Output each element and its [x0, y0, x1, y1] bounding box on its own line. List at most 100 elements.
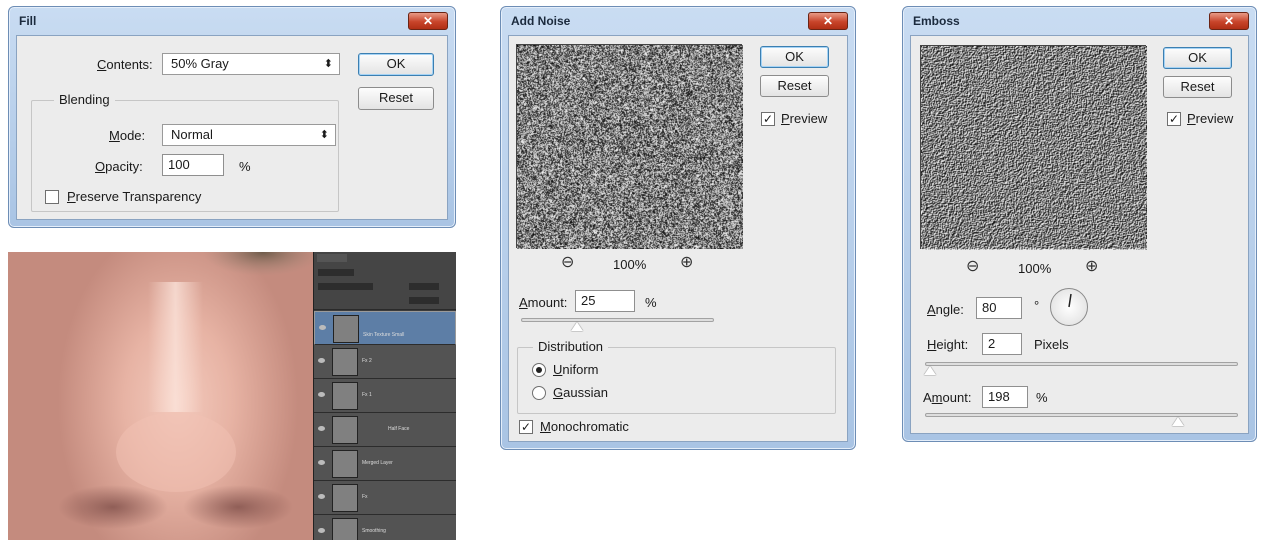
fill-body: Contents: 50% Gray ⬍ OK Reset Blending M…	[16, 35, 448, 220]
layers-tab[interactable]	[317, 254, 347, 262]
opacity-unit: %	[239, 159, 251, 174]
emboss-ok-button[interactable]: OK	[1163, 47, 1232, 69]
zoom-in-icon[interactable]: ⊕	[680, 252, 693, 272]
layer-name: Merged Layer	[362, 460, 393, 466]
add-noise-dialog: Add Noise ✕ OK Reset ✓ Preview ⊖ 100% ⊕ …	[500, 6, 856, 450]
angle-unit: °	[1034, 298, 1040, 313]
opacity-field[interactable]	[409, 283, 439, 290]
visibility-eye-icon[interactable]	[318, 494, 325, 499]
emboss-close-button[interactable]: ✕	[1209, 12, 1249, 30]
contents-label: Contents:	[97, 57, 153, 72]
fill-reset-button[interactable]: Reset	[358, 87, 434, 110]
visibility-eye-icon[interactable]	[318, 392, 325, 397]
height-label: Height:	[927, 337, 969, 352]
add-noise-preview-label: Preview	[781, 111, 828, 126]
blend-mode-select[interactable]	[318, 283, 373, 290]
layers-panel-header	[314, 252, 456, 310]
layer-row[interactable]: Merged Layer	[314, 447, 456, 481]
mode-label: Mode:	[109, 128, 146, 143]
layer-thumbnail	[332, 450, 358, 478]
zoom-out-icon[interactable]: ⊖	[561, 252, 574, 272]
opacity-label: Opacity:	[95, 159, 143, 174]
angle-label: Angle:	[927, 302, 964, 317]
preserve-transparency-checkbox[interactable]	[45, 190, 59, 204]
monochromatic-checkbox[interactable]: ✓	[519, 420, 533, 434]
kind-filter[interactable]	[318, 269, 354, 276]
close-icon: ✕	[822, 14, 834, 28]
add-noise-close-button[interactable]: ✕	[808, 12, 848, 30]
add-noise-body: OK Reset ✓ Preview ⊖ 100% ⊕ Amount: 25 %…	[508, 35, 848, 442]
layer-thumbnail	[332, 484, 358, 512]
photo-shading	[58, 252, 313, 529]
layer-name: Smoothing	[362, 528, 386, 534]
opacity-input[interactable]: 100	[162, 154, 224, 176]
emboss-amount-label: Amount:	[923, 390, 972, 405]
layer-name: Half Face	[388, 426, 410, 432]
uniform-label: Uniform	[553, 362, 599, 377]
layer-row[interactable]: Skin Texture Small	[314, 311, 456, 345]
fill-ok-button[interactable]: OK	[358, 53, 434, 76]
fill-dialog: Fill ✕ Contents: 50% Gray ⬍ OK Reset Ble…	[8, 6, 456, 228]
angle-dial-needle	[1068, 293, 1072, 308]
layer-name: Fx 1	[362, 392, 372, 398]
fill-close-button[interactable]: ✕	[408, 12, 448, 30]
visibility-eye-icon[interactable]	[319, 325, 326, 330]
close-icon: ✕	[422, 14, 434, 28]
uniform-radio[interactable]	[532, 363, 546, 377]
amount-slider-track[interactable]	[521, 318, 714, 322]
emboss-preview-label: Preview	[1187, 111, 1234, 126]
height-slider-track[interactable]	[925, 362, 1238, 366]
blending-legend: Blending	[54, 92, 115, 107]
noise-preview-image[interactable]	[516, 44, 743, 249]
add-noise-reset-button[interactable]: Reset	[760, 75, 829, 97]
zoom-in-icon[interactable]: ⊕	[1085, 256, 1098, 276]
add-noise-ok-button[interactable]: OK	[760, 46, 829, 68]
emboss-amount-slider-thumb[interactable]	[1172, 417, 1184, 426]
layer-row[interactable]: Fx	[314, 481, 456, 515]
amount-unit: %	[645, 295, 657, 310]
layer-thumbnail	[332, 348, 358, 376]
layer-row[interactable]: Half Face	[314, 413, 456, 447]
add-noise-title: Add Noise	[511, 14, 571, 28]
add-noise-preview-checkbox[interactable]: ✓	[761, 112, 775, 126]
layer-name: Skin Texture Small	[363, 332, 405, 338]
emboss-texture	[921, 46, 1147, 250]
fill-field[interactable]	[409, 297, 439, 304]
angle-dial[interactable]	[1050, 288, 1088, 326]
angle-input[interactable]: 80	[976, 297, 1022, 319]
gaussian-radio[interactable]	[532, 386, 546, 400]
visibility-eye-icon[interactable]	[318, 460, 325, 465]
emboss-dialog: Emboss ✕ OK Reset ✓ Preview ⊖ 100% ⊕ Ang…	[902, 6, 1257, 442]
emboss-reset-button[interactable]: Reset	[1163, 76, 1232, 98]
contents-select[interactable]: 50% Gray ⬍	[162, 53, 340, 75]
visibility-eye-icon[interactable]	[318, 358, 325, 363]
amount-slider-thumb[interactable]	[571, 322, 583, 331]
noise-texture	[517, 45, 743, 249]
emboss-preview-image[interactable]	[920, 45, 1147, 250]
layer-row[interactable]: Smoothing	[314, 515, 456, 540]
amount-label: Amount:	[519, 295, 568, 310]
layer-thumbnail	[333, 315, 359, 343]
emboss-amount-unit: %	[1036, 390, 1048, 405]
emboss-preview-checkbox[interactable]: ✓	[1167, 112, 1181, 126]
visibility-eye-icon[interactable]	[318, 426, 325, 431]
emboss-zoom-level: 100%	[1018, 261, 1052, 276]
fill-title: Fill	[19, 14, 37, 28]
amount-input[interactable]: 25	[575, 290, 635, 312]
emboss-amount-input[interactable]: 198	[982, 386, 1028, 408]
contents-value: 50% Gray	[171, 56, 229, 71]
layer-thumbnail	[332, 416, 358, 444]
distribution-group	[517, 347, 836, 414]
zoom-out-icon[interactable]: ⊖	[966, 256, 979, 276]
layer-name: Fx 2	[362, 358, 372, 364]
nose-photo: Skin Texture Small Fx 2 Fx 1 Half Face Merge…	[8, 252, 456, 540]
layer-row[interactable]: Fx 2	[314, 345, 456, 379]
emboss-body: OK Reset ✓ Preview ⊖ 100% ⊕ Angle: 80 ° …	[910, 35, 1249, 434]
mode-select[interactable]: Normal ⬍	[162, 124, 336, 146]
height-slider-thumb[interactable]	[924, 366, 936, 375]
height-input[interactable]: 2	[982, 333, 1022, 355]
visibility-eye-icon[interactable]	[318, 528, 325, 533]
add-noise-zoom-level: 100%	[613, 257, 647, 272]
layer-row[interactable]: Fx 1	[314, 379, 456, 413]
emboss-amount-slider-track[interactable]	[925, 413, 1238, 417]
